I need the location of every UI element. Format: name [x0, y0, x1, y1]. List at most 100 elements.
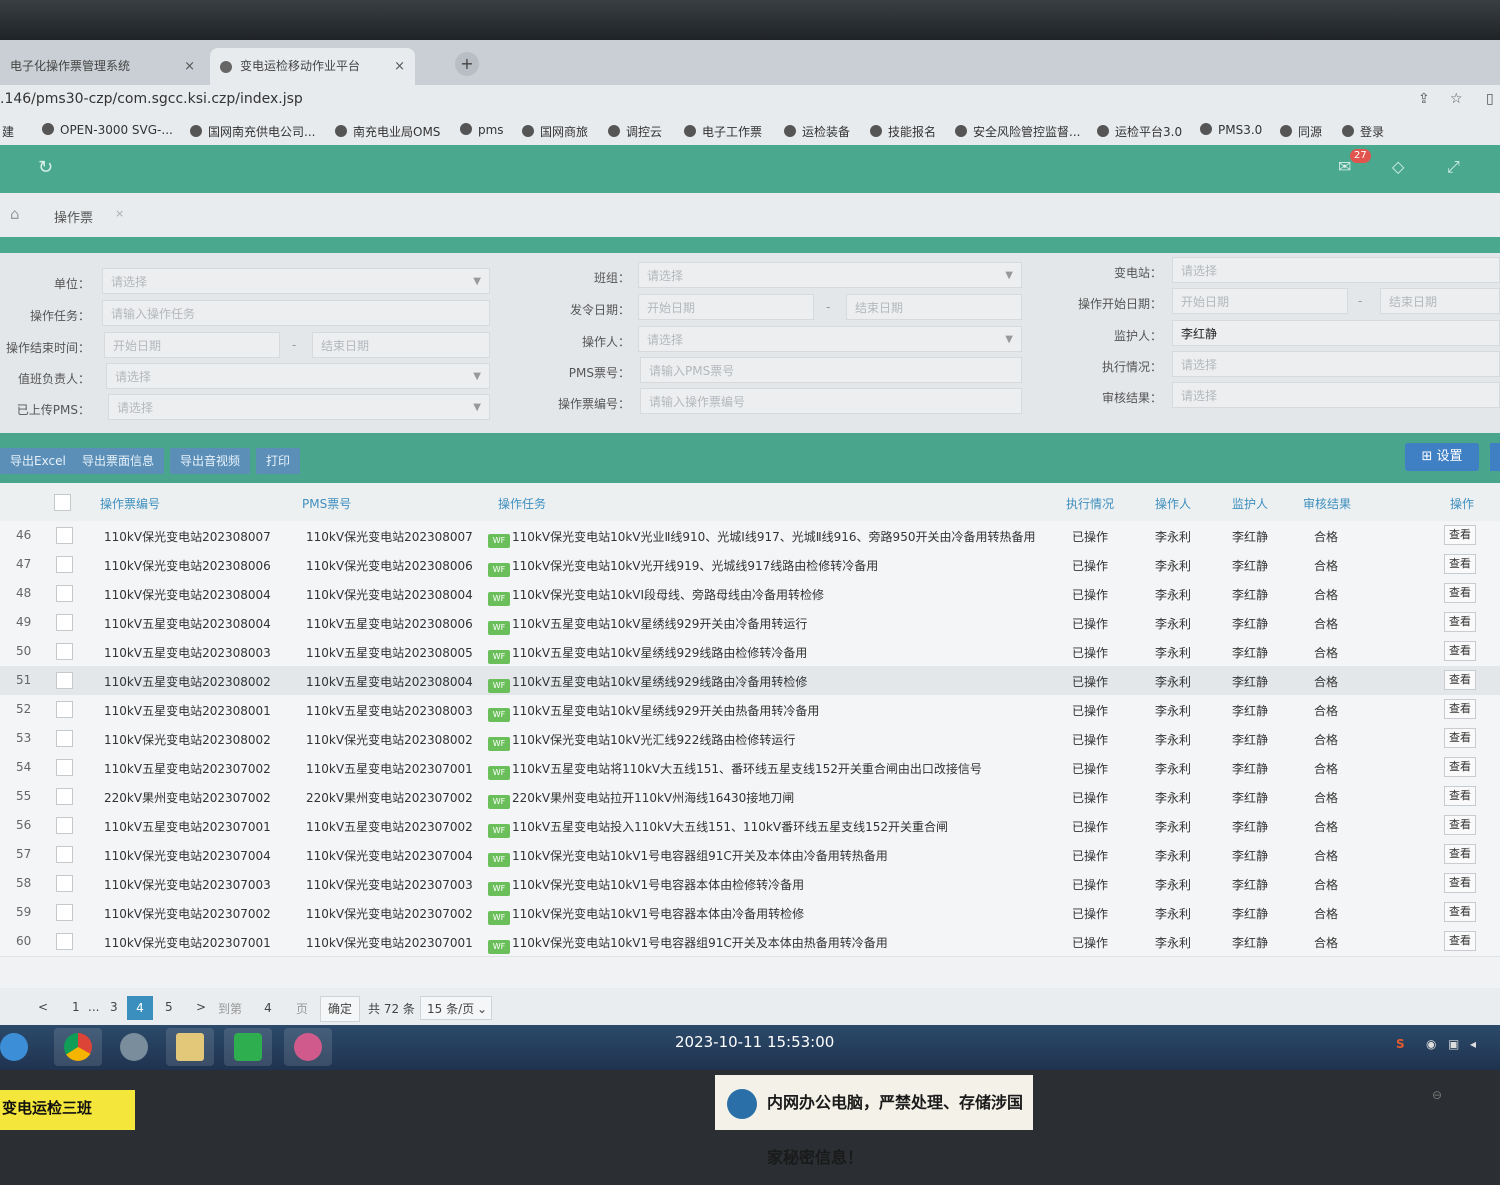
task-input[interactable]: 请输入操作任务 [102, 300, 490, 326]
bookmark-item[interactable]: 电子工作票 [684, 123, 762, 140]
row-checkbox[interactable] [56, 556, 73, 573]
table-row[interactable]: 52 110kV五星变电站202308001 110kV五星变电站202308003… [0, 695, 1500, 725]
sidebar-icon[interactable]: ▯ [1486, 91, 1494, 107]
view-button[interactable]: 查看 [1444, 757, 1476, 777]
bookmark-item[interactable]: pms [460, 123, 504, 137]
bookmark-item[interactable]: 南充电业局OMS [335, 123, 440, 140]
page-3[interactable]: 3 [110, 1000, 118, 1014]
close-icon[interactable]: × [394, 48, 405, 85]
bookmark-item[interactable]: 运检平台3.0 [1097, 123, 1182, 140]
message-icon[interactable]: ✉ [1338, 157, 1351, 176]
view-button[interactable]: 查看 [1444, 873, 1476, 893]
view-button[interactable]: 查看 [1444, 612, 1476, 632]
export-face-info-button[interactable]: 导出票面信息 [72, 448, 165, 474]
browser-tab-1[interactable]: 电子化操作票管理系统 × [0, 48, 205, 85]
row-checkbox[interactable] [56, 846, 73, 863]
table-row[interactable]: 46 110kV保光变电站202308007 110kV保光变电站202308007… [0, 521, 1500, 551]
team-select[interactable]: 请选择 ▼ [638, 262, 1022, 288]
confirm-page-button[interactable]: 确定 [320, 996, 360, 1022]
table-row[interactable]: 58 110kV保光变电站202307003 110kV保光变电站202307003… [0, 869, 1500, 899]
bookmark-item[interactable]: OPEN-3000 SVG-... [42, 123, 173, 137]
view-button[interactable]: 查看 [1444, 902, 1476, 922]
view-button[interactable]: 查看 [1444, 583, 1476, 603]
table-row[interactable]: 59 110kV保光变电站202307002 110kV保光变电站202307002… [0, 898, 1500, 928]
star-icon[interactable]: ☆ [1450, 91, 1463, 107]
view-button[interactable]: 查看 [1444, 525, 1476, 545]
tray-icon[interactable]: ◂ [1470, 1037, 1476, 1051]
page-size-select[interactable]: 15 条/页 ⌄ [420, 996, 492, 1020]
prev-page-button[interactable]: < [38, 1000, 48, 1014]
exec-status-select[interactable]: 请选择 [1172, 351, 1500, 377]
url-text[interactable]: .146/pms30-czp/com.sgcc.ksi.czp/index.js… [0, 91, 303, 107]
issue-date-end[interactable]: 结束日期 [846, 294, 1022, 320]
row-checkbox[interactable] [56, 933, 73, 950]
next-page-button[interactable]: > [196, 1000, 206, 1014]
bookmark-item[interactable]: 国网商旅 [522, 123, 588, 140]
table-row[interactable]: 54 110kV五星变电站202307002 110kV五星变电站202307001… [0, 753, 1500, 783]
row-checkbox[interactable] [56, 614, 73, 631]
export-av-button[interactable]: 导出音视频 [170, 448, 251, 474]
op-start-date-start[interactable]: 开始日期 [1172, 288, 1348, 314]
new-tab-button[interactable]: + [455, 52, 479, 76]
taskbar-wps[interactable] [224, 1028, 272, 1066]
audit-result-select[interactable]: 请选择 [1172, 382, 1500, 408]
home-icon[interactable]: ⌂ [10, 205, 20, 223]
view-button[interactable]: 查看 [1444, 844, 1476, 864]
view-button[interactable]: 查看 [1444, 815, 1476, 835]
settings-button[interactable]: ⊞ 设置 [1405, 443, 1479, 471]
page-ellipsis[interactable]: ... [88, 1000, 99, 1014]
view-button[interactable]: 查看 [1444, 931, 1476, 951]
bookmark-item[interactable]: 安全风险管控监督... [955, 123, 1080, 140]
row-checkbox[interactable] [56, 817, 73, 834]
op-end-time-end[interactable]: 结束日期 [312, 332, 490, 358]
ticket-no-input[interactable]: 请输入操作票编号 [640, 388, 1022, 414]
tab-operation-ticket[interactable]: 操作票 [54, 207, 93, 226]
tag-icon[interactable]: ◇ [1392, 157, 1404, 176]
col-status[interactable]: 执行情况 [1066, 495, 1114, 512]
op-start-date-end[interactable]: 结束日期 [1380, 288, 1500, 314]
view-button[interactable]: 查看 [1444, 699, 1476, 719]
row-checkbox[interactable] [56, 643, 73, 660]
table-row[interactable]: 57 110kV保光变电站202307004 110kV保光变电站202307004… [0, 840, 1500, 870]
view-button[interactable]: 查看 [1444, 728, 1476, 748]
browser-tab-2[interactable]: 变电运检移动作业平台 × [210, 48, 415, 85]
bookmark-item[interactable]: PMS3.0 [1200, 123, 1262, 137]
col-operator[interactable]: 操作人 [1155, 495, 1191, 512]
export-excel-button[interactable]: 导出Excel [0, 448, 76, 474]
view-button[interactable]: 查看 [1444, 554, 1476, 574]
uploaded-pms-select[interactable]: 请选择 ▼ [108, 394, 490, 420]
ime-icon[interactable]: S [1396, 1037, 1405, 1051]
col-task[interactable]: 操作任务 [498, 495, 546, 512]
bookmark-item[interactable]: 技能报名 [870, 123, 936, 140]
view-button[interactable]: 查看 [1444, 670, 1476, 690]
bookmark-item[interactable]: 建 [2, 123, 14, 140]
table-row[interactable]: 51 110kV五星变电站202308002 110kV五星变电站202308004… [0, 666, 1500, 696]
unit-select[interactable]: 请选择 ▼ [102, 268, 490, 294]
table-row[interactable]: 60 110kV保光变电站202307001 110kV保光变电站202307001… [0, 927, 1500, 957]
address-bar[interactable]: .146/pms30-czp/com.sgcc.ksi.czp/index.js… [0, 85, 1500, 117]
row-checkbox[interactable] [56, 904, 73, 921]
row-checkbox[interactable] [56, 759, 73, 776]
bookmark-item[interactable]: 登录 [1342, 123, 1384, 140]
col-pms-no[interactable]: PMS票号 [302, 495, 351, 512]
close-icon[interactable]: × [184, 48, 195, 85]
bookmark-item[interactable]: 同源 [1280, 123, 1322, 140]
share-icon[interactable]: ⇪ [1418, 91, 1430, 107]
table-row[interactable]: 55 220kV果州变电站202307002 220kV果州变电站202307002… [0, 782, 1500, 812]
col-guardian[interactable]: 监护人 [1232, 495, 1268, 512]
table-row[interactable]: 53 110kV保光变电站202308002 110kV保光变电站202308002… [0, 724, 1500, 754]
page-5[interactable]: 5 [165, 1000, 173, 1014]
issue-date-start[interactable]: 开始日期 [638, 294, 814, 320]
col-ticket-no[interactable]: 操作票编号 [100, 495, 160, 512]
row-checkbox[interactable] [56, 788, 73, 805]
bookmark-item[interactable]: 国网南充供电公司... [190, 123, 315, 140]
close-icon[interactable]: × [115, 207, 124, 220]
row-checkbox[interactable] [56, 701, 73, 718]
table-row[interactable]: 49 110kV五星变电站202308004 110kV五星变电站202308006… [0, 608, 1500, 638]
guardian-select[interactable]: 李红静 [1172, 320, 1500, 346]
op-end-time-start[interactable]: 开始日期 [104, 332, 280, 358]
table-row[interactable]: 50 110kV五星变电站202308003 110kV五星变电站202308005… [0, 637, 1500, 667]
row-checkbox[interactable] [56, 875, 73, 892]
row-checkbox[interactable] [56, 527, 73, 544]
row-checkbox[interactable] [56, 730, 73, 747]
